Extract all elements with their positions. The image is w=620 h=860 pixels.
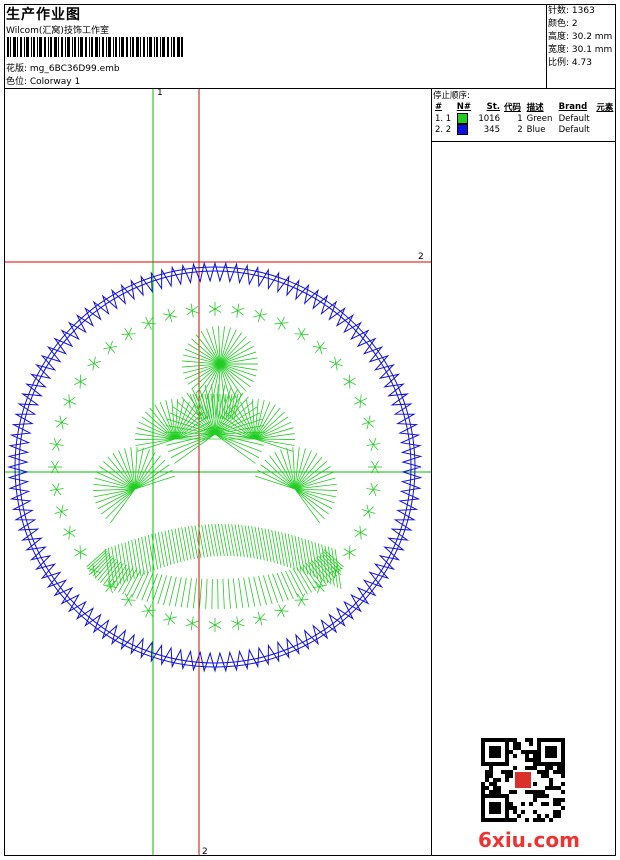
stitch-count: 345: [483, 124, 500, 135]
row-index: 1. 1: [435, 113, 452, 124]
height-value: 高度: 30.2 mm: [548, 32, 613, 42]
green-crown-design: [48, 302, 382, 632]
col-header: #: [435, 102, 443, 112]
element: [594, 124, 617, 135]
color-count: 颜色: 2: [548, 19, 578, 29]
barcode-icon: [7, 37, 183, 57]
code: 2: [517, 124, 523, 135]
stop-sequence-panel: 停止顺序: # N# St. 代码 描述 Brand 元素 1. 1 1016 …: [433, 89, 617, 135]
stop-table-bottom: [431, 141, 616, 142]
col-header: 代码: [504, 103, 522, 113]
stats-panel: 针数: 1363 颜色: 2 高度: 30.2 mm 宽度: 30.1 mm 比…: [548, 5, 612, 70]
guide-label: 2: [418, 252, 424, 262]
qr-code-icon: [481, 738, 565, 822]
design-file: 花版: mg_6BC36D99.emb: [6, 64, 120, 74]
row-index: 2. 2: [435, 124, 452, 135]
col-header: St.: [486, 102, 500, 112]
design-canvas[interactable]: [5, 89, 431, 855]
stop-sequence-table: # N# St. 代码 描述 Brand 元素 1. 1 1016 1 Gree…: [433, 101, 617, 135]
stop-sequence-title: 停止顺序:: [433, 91, 470, 101]
width-value: 宽度: 30.1 mm: [548, 45, 613, 55]
col-header: 元素: [596, 103, 614, 113]
colorway: 色位: Colorway 1: [6, 77, 81, 87]
table-row[interactable]: 2. 2 345 2 Blue Default: [433, 124, 617, 135]
studio-name: Wilcom(汇窝)技饰工作室: [6, 26, 109, 36]
scale-value: 比例: 4.73: [548, 58, 592, 68]
color-swatch: [455, 113, 475, 124]
page-title: 生产作业图: [6, 7, 81, 23]
stitch-count: 1016: [478, 113, 500, 124]
table-row[interactable]: 1. 1 1016 1 Green Default: [433, 113, 617, 124]
element: [594, 113, 617, 124]
description: Green: [526, 113, 553, 124]
brand: Default: [558, 113, 590, 124]
stats-divider: [546, 4, 547, 88]
col-header: N#: [456, 102, 472, 112]
stitch-count: 针数: 1363: [548, 6, 595, 16]
swatch-icon: [456, 124, 468, 135]
col-header: Brand: [558, 102, 588, 112]
watermark: 6xiu.com: [478, 828, 580, 852]
description: Blue: [526, 124, 546, 135]
blue-satin-border: [7, 261, 423, 673]
brand: Default: [558, 124, 590, 135]
code: 1: [517, 113, 523, 124]
panel-divider: [431, 88, 432, 856]
swatch-icon: [456, 113, 468, 124]
guide-label: 1: [157, 88, 163, 98]
color-swatch: [455, 124, 475, 135]
guide-label: 2: [202, 847, 208, 857]
col-header: 描述: [526, 103, 544, 113]
